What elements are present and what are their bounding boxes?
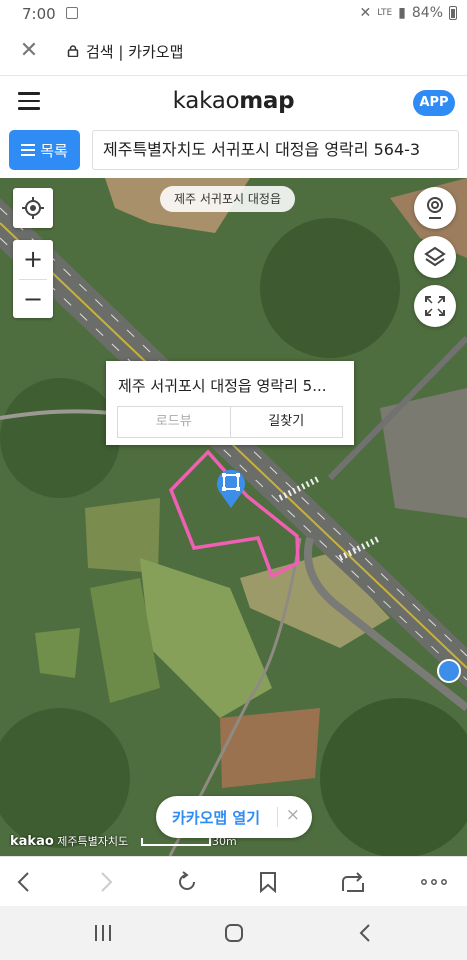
- banner-divider: [277, 807, 278, 827]
- logo: kakaomap: [0, 88, 467, 114]
- recent-apps-icon[interactable]: [91, 922, 115, 944]
- copyright-brand: kakao: [10, 834, 54, 849]
- more-icon[interactable]: [421, 869, 447, 895]
- app-button[interactable]: APP: [413, 90, 455, 116]
- fullscreen-button[interactable]: [414, 285, 456, 327]
- region-chip: 제주 서귀포시 대정읍: [160, 186, 295, 212]
- bus-stop-icon[interactable]: [437, 659, 461, 683]
- battery-icon: [449, 6, 457, 20]
- page-title: 검색 | 카카오맵: [86, 43, 184, 61]
- location-button[interactable]: [13, 188, 53, 228]
- open-app-label[interactable]: 카카오맵 열기: [172, 807, 260, 828]
- close-icon[interactable]: ✕: [18, 40, 40, 62]
- zoom-out-button[interactable]: −: [13, 280, 53, 319]
- search-row: 목록 제주특별자치도 서귀포시 대정읍 영락리 564-3: [0, 128, 467, 178]
- layers-icon: [424, 246, 446, 267]
- roadview-icon: [427, 197, 443, 219]
- status-right: ✕ LTE ▮ 84%: [359, 5, 457, 21]
- battery-percent: 84%: [411, 5, 443, 21]
- layers-button[interactable]: [414, 236, 456, 278]
- list-button[interactable]: 목록: [9, 130, 80, 170]
- location-icon: [22, 197, 44, 219]
- scale-bar: [141, 838, 211, 846]
- signal-icon: ▮: [398, 5, 406, 21]
- app-header: kakaomap APP: [0, 76, 467, 128]
- roadview-button[interactable]: [414, 187, 456, 229]
- list-icon: [21, 144, 36, 156]
- satellite-map: [0, 178, 467, 856]
- system-nav-bar: [0, 906, 467, 960]
- browser-url-bar: ✕ 검색 | 카카오맵: [0, 28, 467, 76]
- banner-close-icon[interactable]: ×: [286, 805, 300, 825]
- place-popup[interactable]: 제주 서귀포시 대정읍 영락리 5... 로드뷰 길찾기: [106, 361, 354, 445]
- screen: 7:00 ✕ LTE ▮ 84% ✕ 검색 | 카카오맵 kakaomap AP…: [0, 0, 467, 960]
- search-input[interactable]: 제주특별자치도 서귀포시 대정읍 영락리 564-3: [92, 130, 459, 170]
- copyright-region: 제주특별자치도: [57, 835, 129, 848]
- route-button[interactable]: 길찾기: [231, 407, 343, 437]
- status-bar: 7:00 ✕ LTE ▮ 84%: [0, 0, 467, 28]
- logo-regular: kakao: [172, 88, 240, 114]
- network-label: LTE: [377, 8, 393, 18]
- popup-actions: 로드뷰 길찾기: [117, 406, 343, 438]
- list-button-label: 목록: [40, 141, 68, 160]
- bookmark-icon[interactable]: [255, 869, 281, 895]
- zoom-control: + −: [13, 240, 53, 318]
- status-time: 7:00: [22, 5, 56, 23]
- roadview-link[interactable]: 로드뷰: [118, 407, 231, 437]
- mute-icon: ✕: [359, 5, 372, 21]
- logo-bold: map: [239, 88, 295, 114]
- notification-icon: [66, 7, 78, 19]
- share-icon[interactable]: [340, 869, 366, 895]
- map-view[interactable]: 제주 서귀포시 대정읍 + − 제주 서귀포시 대정읍 영락리 5... 로드뷰…: [0, 178, 467, 856]
- open-app-banner[interactable]: 카카오맵 열기 ×: [156, 796, 312, 838]
- fullscreen-icon: [425, 296, 445, 316]
- refresh-icon[interactable]: [174, 869, 200, 895]
- nav-back-icon[interactable]: [353, 922, 377, 944]
- map-pin-icon[interactable]: [214, 465, 248, 509]
- home-icon[interactable]: [222, 922, 246, 944]
- popup-place-name[interactable]: 제주 서귀포시 대정읍 영락리 5...: [118, 375, 327, 396]
- back-icon[interactable]: [10, 869, 36, 895]
- map-copyright: kakao 제주특별자치도: [10, 833, 128, 849]
- forward-icon[interactable]: [94, 869, 120, 895]
- zoom-in-button[interactable]: +: [13, 240, 53, 279]
- browser-toolbar: [0, 856, 467, 906]
- lock-icon: [67, 45, 79, 57]
